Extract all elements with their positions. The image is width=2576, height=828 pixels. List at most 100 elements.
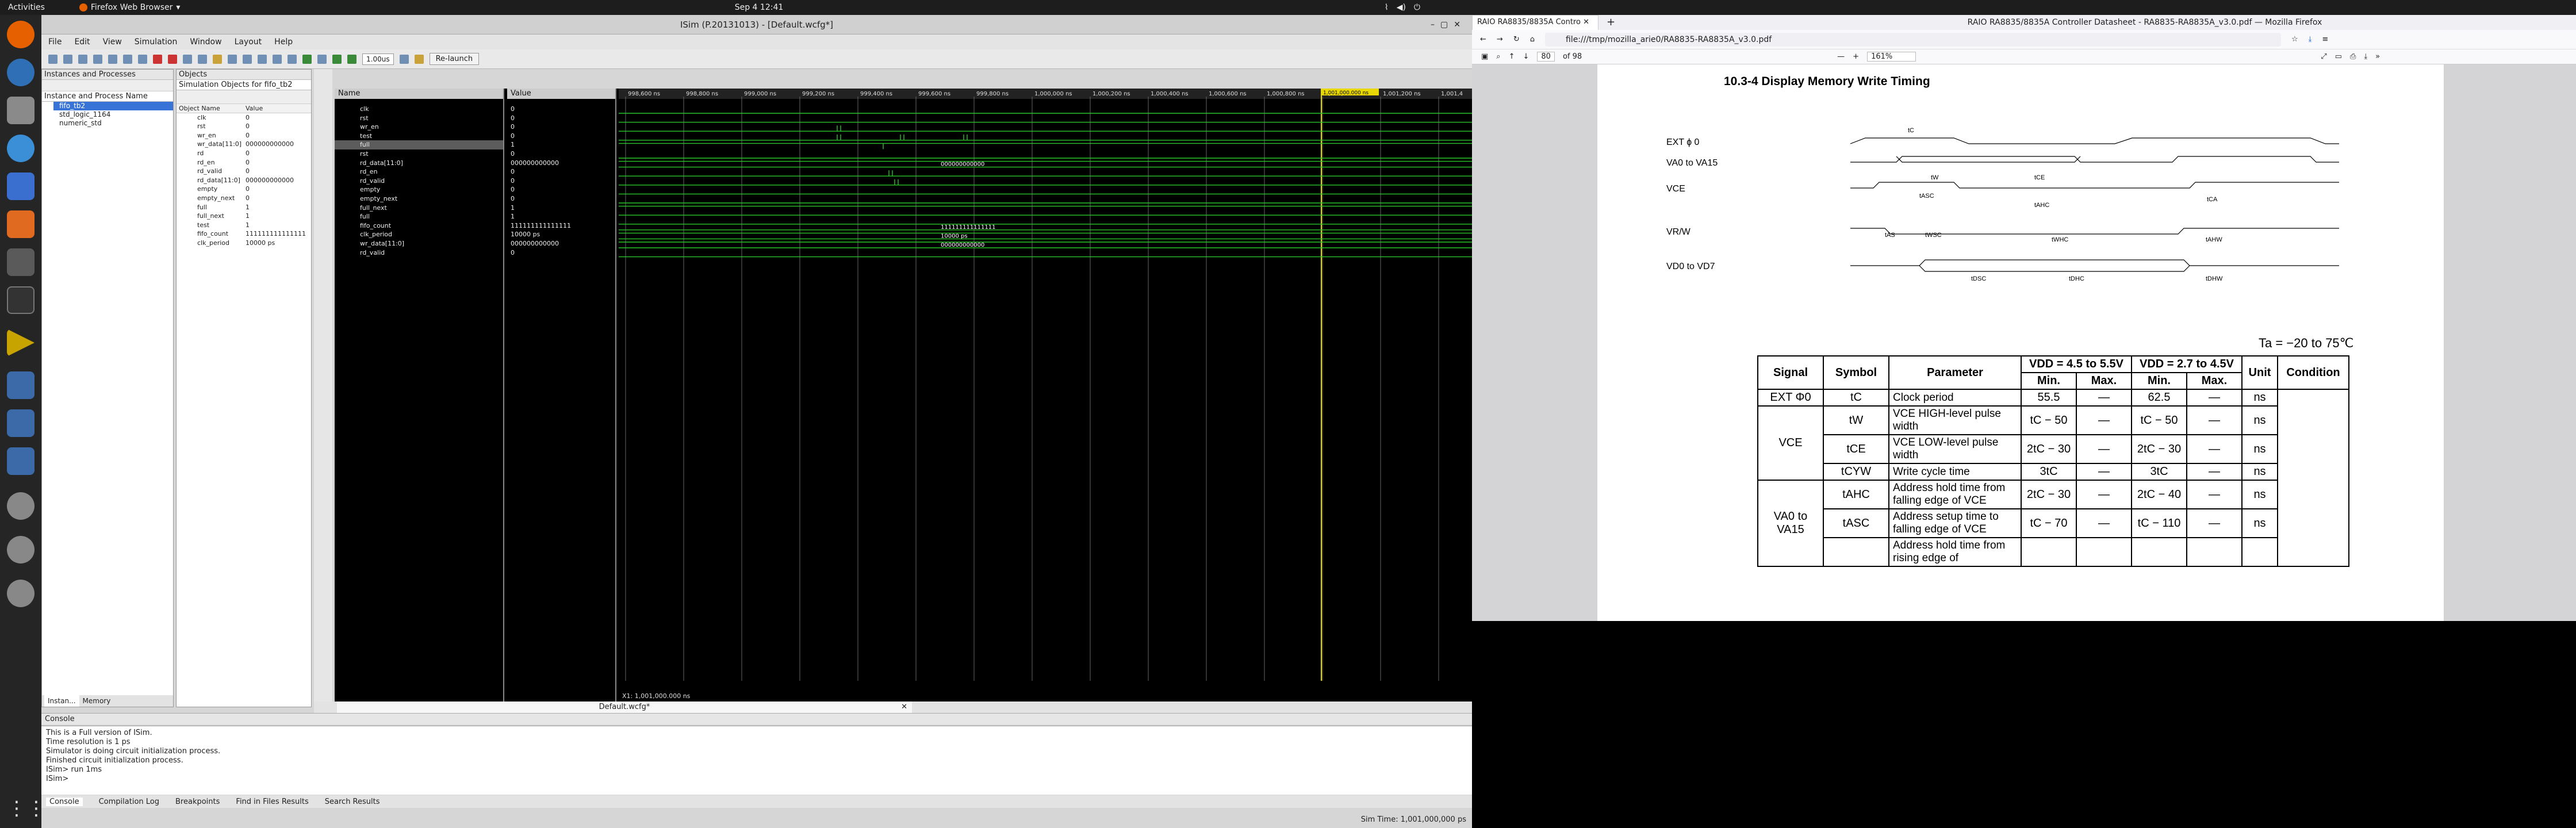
object-row[interactable]: rd_data[11:0] 000000000000 xyxy=(177,176,311,185)
activities-button[interactable]: Activities xyxy=(8,3,45,12)
bookmark-icon[interactable]: ☆ xyxy=(2291,35,2298,44)
paste-icon[interactable] xyxy=(138,54,147,64)
disk-icon[interactable] xyxy=(7,580,34,607)
tab-search-results[interactable]: Search Results xyxy=(325,798,380,806)
object-row[interactable]: full 1 xyxy=(177,203,311,212)
signal-name-row[interactable]: fifo_count xyxy=(335,221,503,231)
relaunch-button[interactable]: Re-launch xyxy=(429,53,480,65)
undo-icon[interactable] xyxy=(183,54,192,64)
tools-icon[interactable]: » xyxy=(2375,52,2380,61)
object-row[interactable]: rd 0 xyxy=(177,149,311,158)
window-controls[interactable]: –▢✕ xyxy=(1431,15,1466,34)
menu-icon[interactable]: ≡ xyxy=(2322,35,2328,44)
tab-memory[interactable]: Memory xyxy=(83,695,111,707)
object-row[interactable]: fifo_count 111111111111111 xyxy=(177,229,311,239)
disk-icon[interactable] xyxy=(7,492,34,520)
find-icon[interactable] xyxy=(213,54,222,64)
add-wave-icon[interactable] xyxy=(302,54,312,64)
pdf-tab[interactable]: RAIO RA8835/8835A Contro ✕ xyxy=(1472,15,1598,30)
marker-icon[interactable] xyxy=(288,54,297,64)
print-icon[interactable] xyxy=(93,54,102,64)
signal-name-row[interactable]: rst xyxy=(335,150,503,159)
thunderbird-icon[interactable] xyxy=(7,59,34,86)
run-time-field[interactable]: 1.00us xyxy=(362,53,394,65)
object-row[interactable]: rd_valid 0 xyxy=(177,167,311,176)
signal-name-row[interactable]: clk xyxy=(335,105,503,114)
instance-row[interactable]: std_logic_1164 xyxy=(42,110,173,119)
files-icon[interactable] xyxy=(7,97,34,124)
instance-row[interactable]: fifo_tb2 xyxy=(53,102,173,110)
tab-wcfg[interactable]: Default.wcfg* ✕ xyxy=(337,702,912,713)
xilinx-icon[interactable] xyxy=(7,329,34,356)
stop-icon[interactable] xyxy=(168,54,177,64)
object-row[interactable]: wr_data[11:0] 000000000000 xyxy=(177,140,311,149)
menu-view[interactable]: View xyxy=(103,37,122,47)
signal-name-row[interactable]: rd_en xyxy=(335,167,503,177)
object-row[interactable]: clk_period 10000 ps xyxy=(177,239,311,248)
tab-find-results[interactable]: Find in Files Results xyxy=(236,798,308,806)
menu-file[interactable]: File xyxy=(48,37,62,47)
back-icon[interactable]: ← xyxy=(1480,35,1486,44)
signal-name-row[interactable]: rd_valid xyxy=(335,248,503,258)
signal-name-row[interactable]: clk_period xyxy=(335,230,503,239)
firefox-icon[interactable] xyxy=(7,21,34,48)
cursor-icon[interactable] xyxy=(273,54,282,64)
signal-name-row[interactable]: empty_next xyxy=(335,194,503,204)
print-icon[interactable]: ⎙ xyxy=(2350,52,2356,61)
disk-icon[interactable] xyxy=(7,536,34,564)
menu-help[interactable]: Help xyxy=(274,37,293,47)
pdf-viewer[interactable]: 10.3-4 Display Memory Write Timing EXT ɸ… xyxy=(1472,64,2576,621)
instance-row[interactable]: numeric_std xyxy=(42,119,173,128)
signal-name-row[interactable]: wr_data[11:0] xyxy=(335,239,503,248)
ise-icon[interactable] xyxy=(7,371,34,399)
zoom-out-icon[interactable] xyxy=(243,54,252,64)
home-icon[interactable]: ⌂ xyxy=(1530,35,1535,44)
signal-name-row[interactable]: full_next xyxy=(335,204,503,213)
zoom-in-icon[interactable] xyxy=(228,54,237,64)
object-row[interactable]: test 1 xyxy=(177,221,311,230)
ise-icon[interactable] xyxy=(7,447,34,475)
signal-name-row[interactable]: full xyxy=(335,140,503,150)
open-icon[interactable] xyxy=(63,54,72,64)
prev-page-icon[interactable]: ↑ xyxy=(1509,52,1515,61)
next-page-icon[interactable]: ↓ xyxy=(1523,52,1529,61)
tab-breakpoints[interactable]: Breakpoints xyxy=(175,798,220,806)
show-apps-icon[interactable]: ⋮⋮⋮ xyxy=(7,795,66,822)
run-icon[interactable] xyxy=(347,54,356,64)
zoom-in-icon[interactable]: + xyxy=(1853,52,1859,61)
presentation-icon[interactable]: ⤢ xyxy=(2321,52,2326,61)
new-icon[interactable] xyxy=(48,54,57,64)
close-icon[interactable]: ✕ xyxy=(901,702,907,713)
sidebar-toggle-icon[interactable]: ▣ xyxy=(1481,52,1488,61)
object-row[interactable]: full_next 1 xyxy=(177,212,311,221)
close-icon[interactable]: ✕ xyxy=(1583,18,1589,26)
restart-icon[interactable] xyxy=(317,54,327,64)
clock[interactable]: Sep 4 12:41 xyxy=(730,3,788,12)
signal-name-row[interactable]: full xyxy=(335,212,503,221)
break-icon[interactable] xyxy=(414,54,424,64)
menu-edit[interactable]: Edit xyxy=(74,37,90,47)
find-icon[interactable]: ⌕ xyxy=(1496,52,1500,61)
new-tab-button[interactable]: + xyxy=(1607,15,1615,30)
rhythmbox-icon[interactable] xyxy=(7,135,34,162)
signal-name-row[interactable]: test xyxy=(335,132,503,141)
signal-name-row[interactable]: empty xyxy=(335,185,503,194)
zoom-out-icon[interactable]: — xyxy=(1837,52,1845,61)
signal-name-row[interactable]: wr_en xyxy=(335,122,503,132)
console-output[interactable]: This is a Full version of ISim. Time reso… xyxy=(41,726,1472,795)
ise-icon[interactable] xyxy=(7,409,34,437)
forward-icon[interactable]: → xyxy=(1497,35,1503,44)
open-file-icon[interactable]: ▭ xyxy=(2335,52,2342,61)
downloads-icon[interactable]: ⤓ xyxy=(2309,35,2312,44)
signal-name-row[interactable]: rd_data[11:0] xyxy=(335,159,503,168)
app-icon[interactable] xyxy=(7,248,34,276)
tab-compilation-log[interactable]: Compilation Log xyxy=(99,798,159,806)
object-row[interactable]: rd_en 0 xyxy=(177,158,311,167)
signal-name-row[interactable]: rd_valid xyxy=(335,177,503,186)
run-all-icon[interactable] xyxy=(332,54,342,64)
reload-icon[interactable]: ↻ xyxy=(1513,35,1520,44)
copy-icon[interactable] xyxy=(123,54,132,64)
app-menu[interactable]: Firefox Web Browser ▾ xyxy=(79,3,180,12)
system-tray[interactable]: ⌇ ◀) ⏻ xyxy=(1385,3,1420,12)
zoom-select[interactable]: 161% xyxy=(1867,52,1916,62)
